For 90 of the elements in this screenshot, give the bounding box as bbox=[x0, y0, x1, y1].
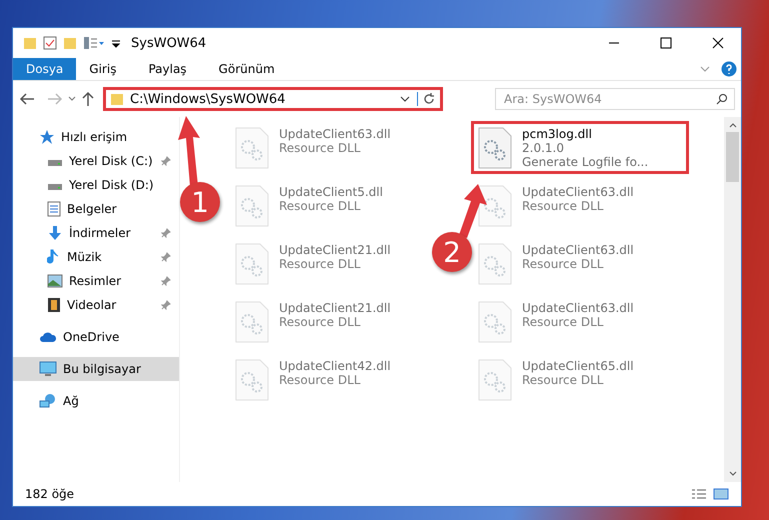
download-arrow-icon bbox=[47, 225, 63, 241]
file-tile[interactable]: pcm3log.dll 2.0.1.0 Generate Logfile fo... bbox=[471, 121, 689, 174]
nav-item-label: Belgeler bbox=[67, 202, 118, 216]
folder-icon bbox=[110, 92, 124, 106]
file-description: Generate Logfile fo... bbox=[522, 155, 648, 169]
file-name: UpdateClient42.dll bbox=[279, 359, 391, 373]
nav-item-label: Yerel Disk (C:) bbox=[69, 154, 154, 168]
file-detail: Resource DLL bbox=[279, 315, 362, 329]
nav-item[interactable]: OneDrive bbox=[13, 325, 179, 349]
nav-item[interactable]: İndirmeler bbox=[13, 221, 179, 245]
nav-item[interactable]: Belgeler bbox=[13, 197, 179, 221]
item-count: 182 öğe bbox=[25, 487, 76, 501]
file-name: UpdateClient5.dll bbox=[279, 185, 383, 199]
nav-item-label: OneDrive bbox=[63, 330, 120, 344]
file-detail: Resource DLL bbox=[522, 257, 604, 271]
nav-item-label: Hızlı erişim bbox=[61, 130, 128, 144]
nav-item[interactable]: Yerel Disk (C:) bbox=[13, 149, 179, 173]
refresh-icon[interactable] bbox=[417, 92, 436, 106]
file-detail: Resource DLL bbox=[522, 199, 604, 213]
file-name: UpdateClient63.dll bbox=[522, 185, 634, 199]
nav-item-label: Ağ bbox=[63, 394, 80, 408]
cloud-icon bbox=[39, 331, 57, 343]
pin-icon[interactable] bbox=[161, 300, 171, 310]
gear-file-icon bbox=[235, 185, 269, 227]
properties-icon[interactable] bbox=[43, 36, 57, 50]
details-view-icon[interactable] bbox=[691, 488, 707, 500]
file-detail: Resource DLL bbox=[279, 373, 362, 387]
nav-item-label: Videolar bbox=[67, 298, 118, 312]
gear-file-icon bbox=[235, 127, 269, 169]
close-icon bbox=[712, 37, 724, 49]
star-icon bbox=[39, 129, 55, 145]
ribbon-tab[interactable]: Paylaş bbox=[135, 58, 200, 80]
nav-item-label: Bu bilgisayar bbox=[63, 362, 142, 376]
nav-item[interactable]: Hızlı erişim bbox=[13, 125, 179, 149]
gear-file-icon bbox=[478, 243, 512, 285]
document-icon bbox=[47, 201, 61, 217]
gear-file-icon bbox=[235, 359, 269, 401]
window-title: SysWOW64 bbox=[131, 36, 208, 50]
help-icon[interactable] bbox=[721, 61, 737, 77]
file-detail: Resource DLL bbox=[522, 315, 604, 329]
maximize-icon bbox=[660, 37, 672, 49]
file-name: UpdateClient21.dll bbox=[279, 243, 391, 257]
nav-item[interactable]: Videolar bbox=[13, 293, 179, 317]
film-icon bbox=[47, 297, 61, 313]
file-detail: Resource DLL bbox=[522, 373, 604, 387]
file-detail: Resource DLL bbox=[279, 141, 362, 155]
back-arrow-icon[interactable] bbox=[19, 92, 35, 106]
file-detail: 2.0.1.0 bbox=[522, 141, 565, 155]
nav-item[interactable]: Yerel Disk (D:) bbox=[13, 173, 179, 197]
scroll-thumb[interactable] bbox=[726, 132, 739, 182]
ribbon-tab[interactable]: Dosya bbox=[13, 58, 76, 80]
pin-icon[interactable] bbox=[161, 252, 171, 262]
file-name: UpdateClient63.dll bbox=[522, 243, 634, 257]
nav-item-label: Müzik bbox=[67, 250, 103, 264]
music-note-icon bbox=[47, 249, 61, 265]
nav-item[interactable]: Müzik bbox=[13, 245, 179, 269]
nav-item-label: Resimler bbox=[69, 274, 122, 288]
file-detail: Resource DLL bbox=[279, 199, 362, 213]
nav-item-label: Yerel Disk (D:) bbox=[69, 178, 155, 192]
gear-file-icon bbox=[235, 243, 269, 285]
large-icons-view-icon[interactable] bbox=[713, 488, 729, 500]
gear-file-icon bbox=[478, 359, 512, 401]
ribbon-tab[interactable]: Giriş bbox=[76, 58, 130, 80]
ribbon-tab[interactable]: Görünüm bbox=[206, 58, 288, 80]
nav-item[interactable]: Ağ bbox=[13, 389, 179, 413]
gear-file-icon bbox=[478, 301, 512, 343]
address-bar[interactable]: C:\Windows\SysWOW64 bbox=[103, 87, 443, 111]
file-name: UpdateClient63.dll bbox=[522, 301, 634, 315]
nav-item[interactable]: Resimler bbox=[13, 269, 179, 293]
gear-file-icon bbox=[478, 185, 512, 227]
file-name: UpdateClient65.dll bbox=[522, 359, 634, 373]
gear-file-icon bbox=[235, 301, 269, 343]
gear-file-icon bbox=[478, 127, 512, 169]
search-icon[interactable] bbox=[716, 93, 728, 105]
pin-icon[interactable] bbox=[161, 228, 171, 238]
file-name: pcm3log.dll bbox=[522, 127, 593, 141]
search-field[interactable]: Ara: SysWOW64 bbox=[495, 88, 735, 110]
pin-icon[interactable] bbox=[161, 276, 171, 286]
file-name: UpdateClient63.dll bbox=[279, 127, 391, 141]
pin-icon[interactable] bbox=[161, 156, 171, 166]
file-detail: Resource DLL bbox=[279, 257, 362, 271]
scrollbar[interactable] bbox=[724, 117, 741, 482]
file-name: UpdateClient21.dll bbox=[279, 301, 391, 315]
view-list-icon[interactable] bbox=[83, 36, 105, 50]
up-arrow-icon[interactable] bbox=[81, 91, 95, 107]
network-computers-icon bbox=[39, 393, 57, 409]
monitor-icon bbox=[39, 361, 57, 377]
nav-item-label: İndirmeler bbox=[69, 226, 132, 240]
nav-item[interactable]: Bu bilgisayar bbox=[13, 357, 179, 381]
picture-icon bbox=[47, 274, 63, 288]
